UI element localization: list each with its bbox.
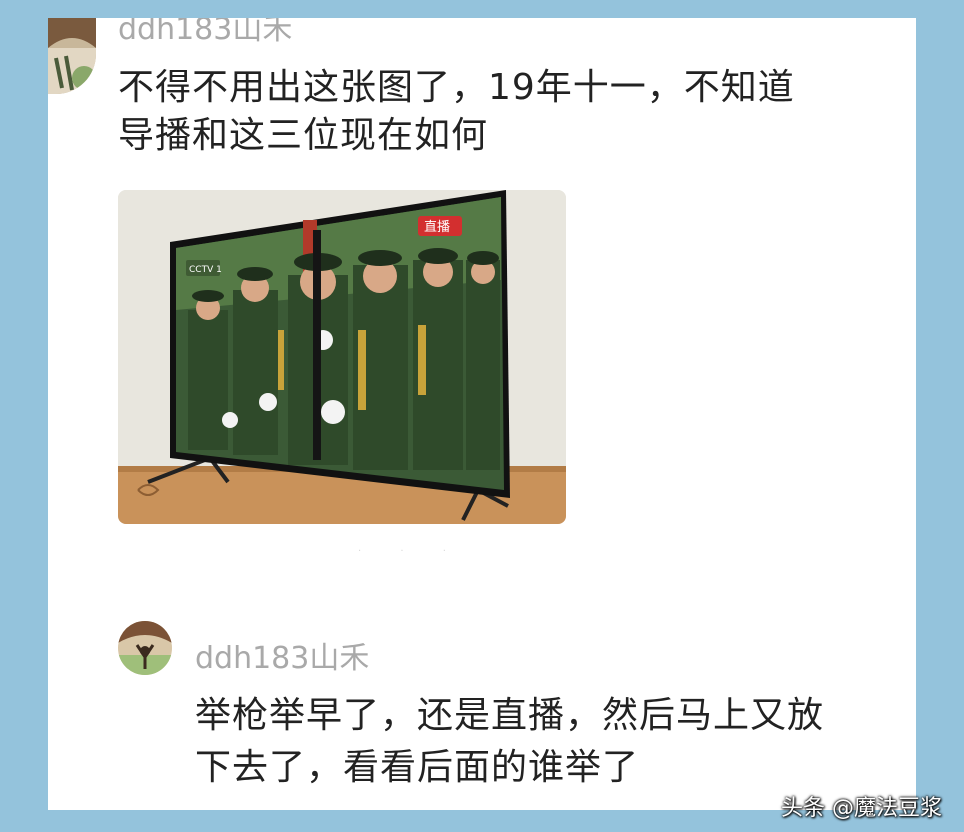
- comment-username[interactable]: ddh183山禾: [195, 633, 369, 677]
- channel-logo: CCTV 1: [189, 265, 222, 275]
- comment-text: 不得不用出这张图了，19年十一，不知道 导播和这三位现在如何: [118, 64, 898, 160]
- comment-line: 下去了，看看后面的谁举了: [195, 747, 640, 788]
- avatar[interactable]: [118, 621, 172, 675]
- comment-line: 举枪举早了，还是直播，然后马上又放: [195, 695, 825, 736]
- image-indicator: · · ·: [358, 546, 464, 557]
- live-badge: 直播: [424, 220, 450, 235]
- comment-username[interactable]: ddh183山禾: [118, 18, 292, 48]
- comment-line: 导播和这三位现在如何: [118, 115, 489, 156]
- watermark: 头条 @魔法豆浆: [781, 796, 942, 821]
- comment-text: 举枪举早了，还是直播，然后马上又放 下去了，看看后面的谁举了: [195, 690, 905, 794]
- comment-card: ddh183山禾 不得不用出这张图了，19年十一，不知道 导播和这三位现在如何: [48, 18, 916, 810]
- avatar[interactable]: [48, 18, 96, 94]
- attached-photo[interactable]: CCTV 1 直播: [118, 190, 566, 524]
- comment-line: 不得不用出这张图了，19年十一，不知道: [118, 67, 795, 108]
